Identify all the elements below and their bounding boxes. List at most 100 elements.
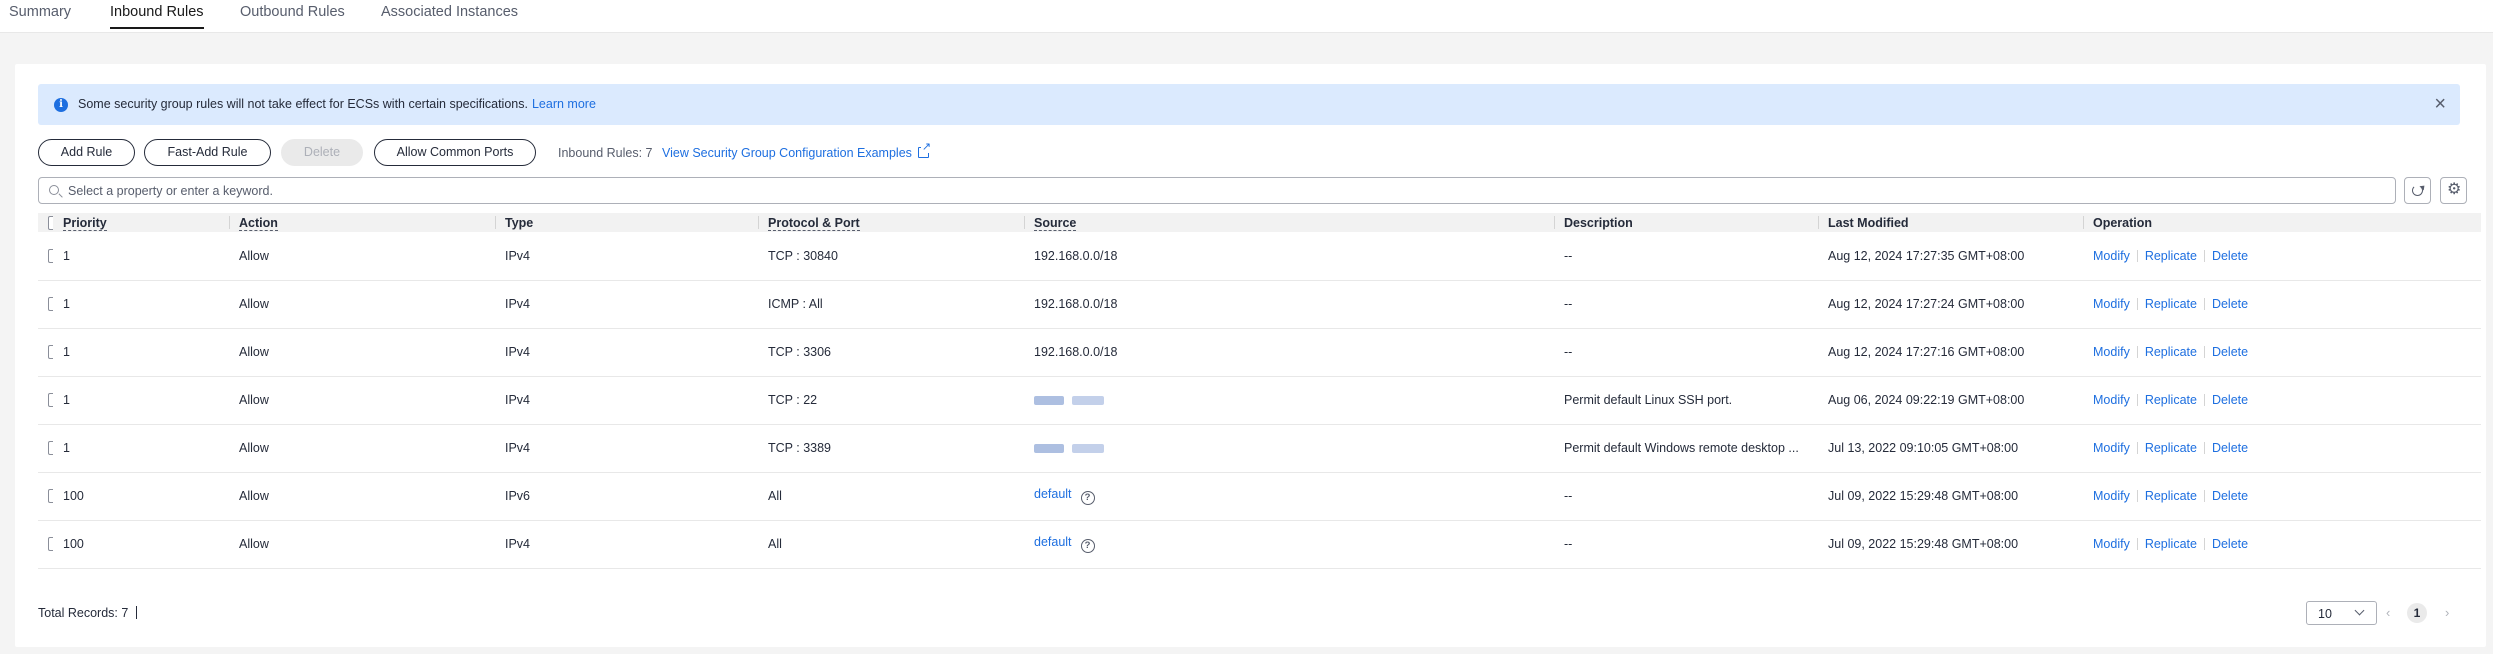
settings-button[interactable]: ⚙ <box>2440 177 2467 204</box>
source-link[interactable]: default <box>1034 535 1072 549</box>
description-value: -- <box>1564 345 1573 359</box>
help-icon[interactable]: ? <box>1080 539 1095 553</box>
last-modified-value: Aug 12, 2024 17:27:16 GMT+08:00 <box>1828 345 2025 359</box>
delete-link[interactable]: Delete <box>2212 249 2248 263</box>
source-value: 192.168.0.0/18 <box>1034 297 1118 311</box>
search-input[interactable] <box>68 182 2368 200</box>
replicate-link[interactable]: Replicate <box>2145 489 2197 503</box>
add-rule-button[interactable]: Add Rule <box>38 139 135 166</box>
table-row: 1 Allow IPv4 TCP : 22 Permit default Linux S… <box>38 376 2481 425</box>
help-icon[interactable]: ? <box>1080 491 1095 505</box>
replicate-link[interactable]: Replicate <box>2145 345 2197 359</box>
checkbox-cell <box>38 376 53 425</box>
table-body: 1 Allow IPv4 TCP : 30840 192.168.0.0/18 -- Aug… <box>38 232 2481 569</box>
type-cell: IPv4 <box>495 520 758 569</box>
replicate-link[interactable]: Replicate <box>2145 393 2197 407</box>
modify-link[interactable]: Modify <box>2093 393 2130 407</box>
protocol-port-value: TCP : 3306 <box>768 345 832 359</box>
action-cell: Allow <box>229 472 495 521</box>
tab-inbound-rules[interactable]: Inbound Rules <box>110 4 204 29</box>
type-value: IPv4 <box>505 297 531 311</box>
priority-cell: 1 <box>53 424 229 473</box>
tab-summary[interactable]: Summary <box>9 4 71 20</box>
chevron-down-icon <box>2354 605 2365 616</box>
delete-link[interactable]: Delete <box>2212 441 2248 455</box>
source-cell: default? <box>1024 472 1554 521</box>
modify-link[interactable]: Modify <box>2093 297 2130 311</box>
delete-link[interactable]: Delete <box>2212 297 2248 311</box>
action-cell: Allow <box>229 232 495 281</box>
close-icon[interactable]: × <box>2434 92 2446 116</box>
fast-add-rule-button[interactable]: Fast-Add Rule <box>144 139 271 166</box>
external-link-icon <box>917 142 932 158</box>
replicate-link[interactable]: Replicate <box>2145 249 2197 263</box>
gear-icon: ⚙ <box>2447 181 2462 198</box>
allow-common-ports-button[interactable]: Allow Common Ports <box>374 139 536 166</box>
priority-cell: 1 <box>53 376 229 425</box>
row-checkbox[interactable] <box>48 249 53 264</box>
modify-link[interactable]: Modify <box>2093 441 2130 455</box>
row-checkbox[interactable] <box>48 393 53 408</box>
prev-page-icon[interactable]: ‹ <box>2386 605 2390 620</box>
replicate-link[interactable]: Replicate <box>2145 297 2197 311</box>
header-action[interactable]: Action <box>229 213 495 232</box>
total-records-label: Total Records: 7 <box>38 606 129 620</box>
type-value: IPv4 <box>505 393 531 407</box>
priority-cell: 1 <box>53 328 229 377</box>
last-modified-cell: Aug 12, 2024 17:27:35 GMT+08:00 <box>1818 232 2083 281</box>
source-link[interactable]: default <box>1034 487 1072 501</box>
header-protocol-port[interactable]: Protocol & Port <box>758 213 1024 232</box>
page-number-current[interactable]: 1 <box>2407 603 2427 623</box>
protocol-port-value: All <box>768 489 782 503</box>
learn-more-link[interactable]: Learn more <box>532 97 596 111</box>
next-page-icon[interactable]: › <box>2445 605 2449 620</box>
header-protocol-port-label: Protocol & Port <box>768 215 860 231</box>
row-checkbox[interactable] <box>48 489 53 504</box>
delete-button[interactable]: Delete <box>281 139 363 166</box>
last-modified-cell: Aug 12, 2024 17:27:16 GMT+08:00 <box>1818 328 2083 377</box>
delete-link[interactable]: Delete <box>2212 393 2248 407</box>
source-cell: 192.168.0.0/18 <box>1024 280 1554 329</box>
row-checkbox[interactable] <box>48 537 53 552</box>
delete-link[interactable]: Delete <box>2212 489 2248 503</box>
header-type: Type <box>495 213 758 232</box>
modify-link[interactable]: Modify <box>2093 249 2130 263</box>
row-checkbox[interactable] <box>48 345 53 360</box>
checkbox-cell <box>38 328 53 377</box>
inbound-rules-panel: i Some security group rules will not tak… <box>15 64 2486 647</box>
op-divider <box>2136 394 2138 406</box>
refresh-icon <box>2412 185 2423 196</box>
refresh-button[interactable] <box>2404 177 2431 204</box>
description-cell: -- <box>1554 232 1818 281</box>
row-checkbox[interactable] <box>48 441 53 456</box>
checkbox-cell <box>38 520 53 569</box>
modify-link[interactable]: Modify <box>2093 537 2130 551</box>
delete-link[interactable]: Delete <box>2212 345 2248 359</box>
description-value: -- <box>1564 537 1573 551</box>
source-value: 192.168.0.0/18 <box>1034 248 1118 263</box>
priority-cell: 1 <box>53 280 229 329</box>
protocol-port-cell: TCP : 30840 <box>758 232 1024 281</box>
modify-link[interactable]: Modify <box>2093 489 2130 503</box>
config-examples-link[interactable]: View Security Group Configuration Exampl… <box>662 142 932 160</box>
last-modified-value: Aug 12, 2024 17:27:35 GMT+08:00 <box>1828 248 2025 263</box>
priority-cell: 100 <box>53 520 229 569</box>
config-examples-label: View Security Group Configuration Exampl… <box>662 146 912 160</box>
header-type-label: Type <box>505 215 534 230</box>
replicate-link[interactable]: Replicate <box>2145 537 2197 551</box>
tab-associated-instances[interactable]: Associated Instances <box>381 4 518 20</box>
tab-outbound-rules[interactable]: Outbound Rules <box>240 4 345 20</box>
redacted-source <box>1034 441 1104 455</box>
replicate-link[interactable]: Replicate <box>2145 441 2197 455</box>
delete-link[interactable]: Delete <box>2212 537 2248 551</box>
row-checkbox[interactable] <box>48 297 53 312</box>
op-divider <box>2203 394 2205 406</box>
operation-cell: Modify Replicate Delete <box>2083 424 2481 473</box>
last-modified-cell: Jul 13, 2022 09:10:05 GMT+08:00 <box>1818 424 2083 473</box>
header-priority[interactable]: Priority <box>53 213 229 232</box>
modify-link[interactable]: Modify <box>2093 345 2130 359</box>
action-cell: Allow <box>229 328 495 377</box>
page-size-select[interactable]: 10 <box>2306 601 2377 625</box>
action-value: Allow <box>239 393 269 407</box>
header-source[interactable]: Source <box>1024 213 1554 232</box>
